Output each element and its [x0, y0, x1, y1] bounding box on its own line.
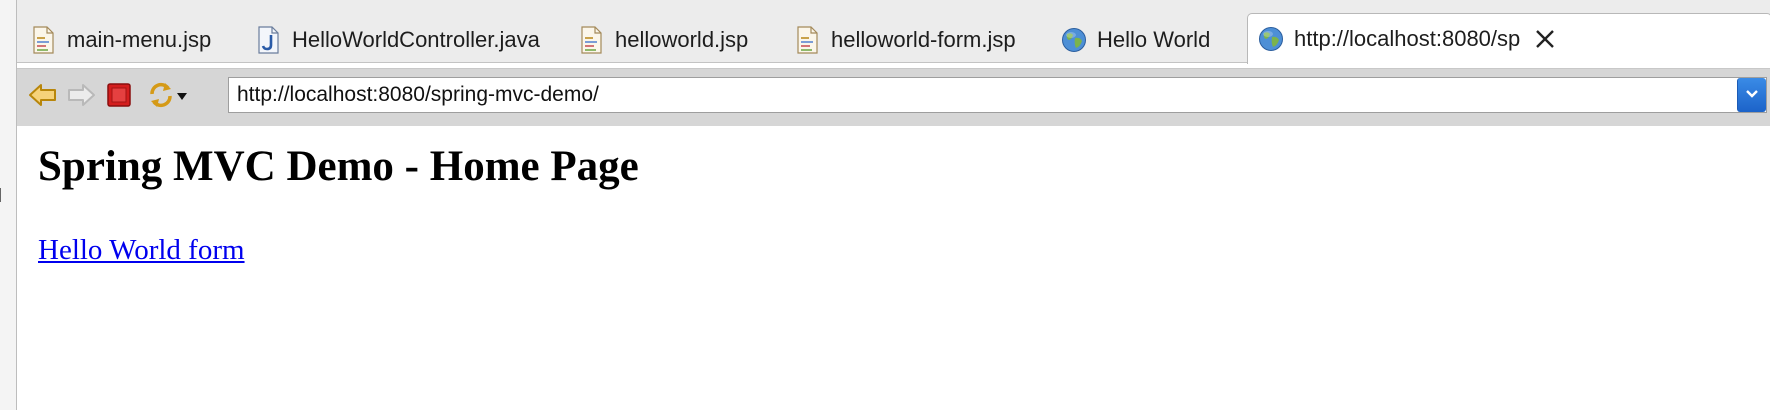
jsp-file-icon: [795, 26, 819, 54]
tab-localhost-active[interactable]: http://localhost:8080/sp: [1247, 13, 1770, 64]
globe-icon: [1258, 25, 1283, 53]
hello-world-form-link[interactable]: Hello World form: [38, 234, 245, 267]
top-strip: [17, 0, 1770, 14]
page-title: Spring MVC Demo - Home Page: [38, 143, 639, 190]
url-history-dropdown[interactable]: [1737, 78, 1766, 112]
forward-button[interactable]: [65, 81, 97, 113]
tab-label: helloworld.jsp: [615, 27, 749, 52]
stop-icon: [106, 82, 132, 113]
browser-toolbar: http://localhost:8080/spring-mvc-demo/: [17, 68, 1770, 126]
tab-hello-world[interactable]: Hello World: [1051, 17, 1210, 63]
tab-main-menu-jsp[interactable]: main-menu.jsp: [21, 17, 211, 63]
tab-label: HelloWorldController.java: [292, 27, 540, 52]
tab-label: helloworld-form.jsp: [831, 27, 1016, 52]
jsp-file-icon: [31, 26, 55, 54]
refresh-icon: [146, 80, 176, 115]
chevron-down-icon: [1745, 86, 1759, 104]
stop-button[interactable]: [103, 81, 135, 113]
close-tab-icon[interactable]: [1534, 28, 1556, 50]
tab-helloworld-form-jsp[interactable]: helloworld-form.jsp: [785, 17, 1016, 63]
java-file-icon: [256, 26, 280, 54]
page-content: Spring MVC Demo - Home Page Hello World …: [18, 126, 1770, 410]
tab-helloworld-jsp[interactable]: helloworld.jsp: [569, 17, 748, 63]
jsp-file-icon: [579, 26, 603, 54]
tab-label: Hello World: [1097, 27, 1211, 52]
back-arrow-icon: [28, 82, 58, 113]
forward-arrow-icon: [66, 82, 96, 113]
editor-tab-bar: main-menu.jsp HelloWorldController.java: [17, 13, 1770, 64]
browser-window: main-menu.jsp HelloWorldController.java: [0, 0, 1770, 410]
url-bar[interactable]: http://localhost:8080/spring-mvc-demo/: [228, 77, 1767, 113]
left-panel-marker: [0, 188, 3, 202]
refresh-button[interactable]: [143, 81, 191, 113]
tab-label: main-menu.jsp: [67, 27, 212, 52]
back-button[interactable]: [27, 81, 59, 113]
url-input[interactable]: http://localhost:8080/spring-mvc-demo/: [229, 83, 1737, 107]
tab-label: http://localhost:8080/sp: [1294, 26, 1521, 51]
left-panel-edge: [0, 0, 17, 410]
chevron-down-icon[interactable]: [176, 88, 188, 106]
tab-helloworldcontroller-java[interactable]: HelloWorldController.java: [246, 17, 540, 63]
globe-icon: [1061, 26, 1086, 54]
